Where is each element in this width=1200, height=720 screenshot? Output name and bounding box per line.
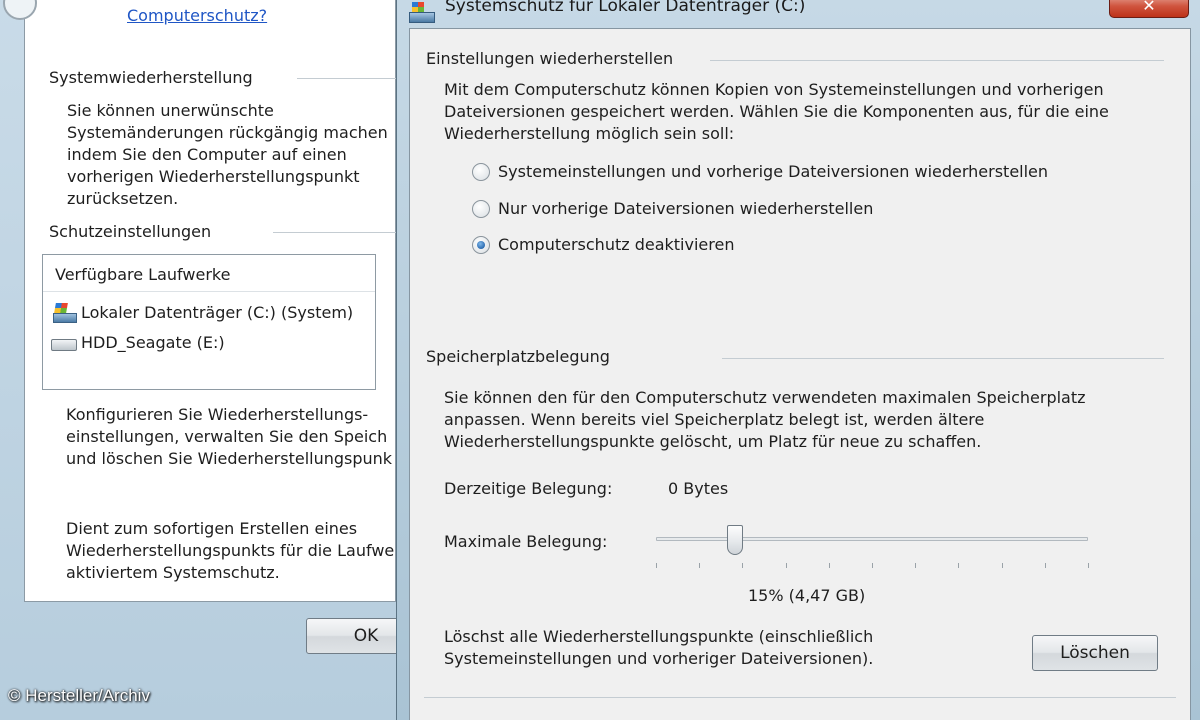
system-restore-description: Sie können unerwünschte Systemänderungen…	[67, 101, 388, 208]
dialog-body: Einstellungen wiederherstellen Mit dem C…	[409, 28, 1191, 720]
radio-label: Systemeinstellungen und vorherige Dateiv…	[498, 162, 1049, 181]
radio-button-selected[interactable]	[472, 235, 490, 254]
slider-tick	[872, 563, 873, 568]
slider-tick	[1088, 563, 1089, 568]
current-usage-label: Derzeitige Belegung:	[444, 479, 613, 498]
radio-label: Nur vorherige Dateiversionen wiederherst…	[498, 199, 874, 218]
bottom-divider	[424, 697, 1176, 698]
slider-tick	[699, 563, 701, 568]
create-restore-point-description: Dient zum sofortigen Erstellen eines Wie…	[66, 519, 395, 582]
available-drives-list[interactable]: Verfügbare Laufwerke Lokaler Datenträger…	[42, 254, 376, 390]
restore-settings-heading: Einstellungen wiederherstellen	[426, 49, 674, 68]
max-usage-slider-ticks	[656, 563, 1089, 569]
system-properties-window: Computerschutz? Systemwiederherstellung …	[0, 0, 400, 720]
system-restore-heading: Systemwiederherstellung	[49, 68, 253, 87]
close-icon: ✕	[1142, 0, 1156, 15]
radio-option-system-and-files[interactable]: Systemeinstellungen und vorherige Dateiv…	[472, 162, 1048, 181]
max-usage-slider-thumb[interactable]	[726, 525, 743, 555]
delete-button[interactable]: Löschen	[1032, 635, 1158, 671]
protection-settings-heading: Schutzeinstellungen	[49, 222, 212, 241]
radio-option-files-only[interactable]: Nur vorherige Dateiversionen wiederherst…	[472, 199, 873, 218]
slider-tick	[1044, 563, 1046, 568]
radio-button[interactable]	[472, 199, 490, 218]
slider-tick	[958, 563, 960, 568]
slider-tick	[785, 563, 787, 568]
copyright-watermark: © Hersteller/Archiv	[8, 686, 150, 705]
restore-settings-divider	[710, 60, 1164, 61]
drive-item-label: Lokaler Datenträger (C:) (System)	[81, 302, 354, 322]
close-button[interactable]: ✕	[1109, 0, 1189, 18]
system-restore-divider	[297, 78, 397, 79]
available-drives-column-header[interactable]: Verfügbare Laufwerke	[55, 265, 230, 284]
drive-item-label: HDD_Seagate (E:)	[81, 332, 225, 352]
radio-option-disable-protection[interactable]: Computerschutz deaktivieren	[472, 235, 734, 254]
help-shield-icon	[3, 0, 37, 20]
drive-item-c[interactable]: Lokaler Datenträger (C:) (System)	[51, 299, 359, 325]
dialog-title: Systemschutz für Lokaler Datenträger (C:…	[445, 0, 806, 16]
radio-button[interactable]	[472, 162, 490, 181]
configure-description: Konfigurieren Sie Wiederherstellungs- ei…	[66, 405, 393, 468]
system-drive-icon	[51, 301, 77, 323]
system-drive-icon	[409, 2, 435, 23]
disk-usage-description: Sie können den für den Computerschutz ve…	[444, 388, 1086, 451]
slider-tick	[656, 563, 657, 568]
current-usage-value: 0 Bytes	[668, 479, 729, 498]
slider-tick	[742, 563, 744, 568]
protection-settings-divider	[273, 232, 397, 233]
list-header-divider	[43, 291, 375, 292]
delete-description: Löschst alle Wiederherstellungspunkte (e…	[444, 627, 874, 668]
disk-usage-divider	[722, 358, 1164, 359]
drive-item-e[interactable]: HDD_Seagate (E:)	[51, 329, 231, 355]
radio-label: Computerschutz deaktivieren	[498, 235, 735, 254]
hard-drive-icon	[51, 339, 77, 351]
disk-usage-heading: Speicherplatzbelegung	[426, 347, 610, 366]
slider-tick	[915, 563, 917, 568]
restore-settings-description: Mit dem Computerschutz können Kopien von…	[444, 80, 1109, 143]
slider-tick	[828, 563, 830, 568]
slider-tick	[1001, 563, 1003, 568]
computer-protection-help-link[interactable]: Computerschutz?	[127, 6, 267, 25]
max-usage-label: Maximale Belegung:	[444, 532, 608, 551]
max-usage-value: 15% (4,47 GB)	[748, 586, 866, 605]
system-protection-dialog: Systemschutz für Lokaler Datenträger (C:…	[396, 0, 1200, 720]
max-usage-slider-track[interactable]	[656, 537, 1088, 541]
